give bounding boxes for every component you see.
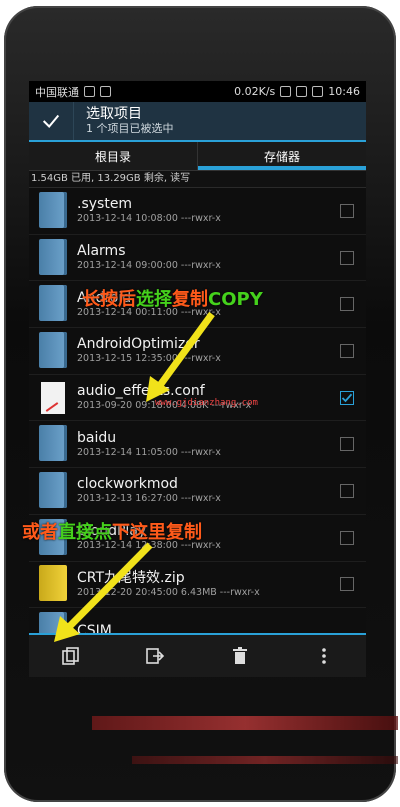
move-button[interactable]	[135, 639, 175, 673]
battery-icon	[312, 86, 324, 97]
delete-button[interactable]	[220, 639, 260, 673]
list-item[interactable]: AndroidOptimizer 2013-12-15 12:35:00 ---r…	[29, 328, 366, 375]
notification-icon	[84, 86, 95, 97]
file-name: clockworkmod	[77, 476, 178, 493]
action-subtitle: 1 个项目已被选中	[86, 122, 174, 135]
annotation-segment: COPY	[208, 289, 263, 310]
list-item[interactable]: clockworkmod 2013-12-13 16:27:00 ---rwxr-…	[29, 468, 366, 515]
wifi-icon	[280, 86, 292, 97]
copy-button[interactable]	[51, 639, 91, 673]
folder-icon	[39, 191, 67, 230]
folder-icon	[39, 285, 67, 323]
status-bar: 中国联通 0.02K/s 10:46	[29, 81, 366, 102]
bezel-decoration	[92, 716, 398, 730]
trash-icon	[232, 647, 247, 664]
folder-icon	[39, 331, 67, 370]
signal-icon	[296, 86, 308, 97]
file-name: CRT九尾特效.zip	[77, 569, 185, 586]
file-name: Alarms	[77, 243, 126, 260]
select-checkbox[interactable]	[340, 437, 354, 452]
file-list: .system 2013-12-14 10:08:00 ---rwxr-x Ala…	[29, 188, 366, 655]
list-item[interactable]: CRT九尾特效.zip 2013-12-20 20:45:00 6.43MB --…	[29, 562, 366, 609]
select-checkbox-checked[interactable]	[340, 390, 354, 405]
carrier-label: 中国联通	[35, 85, 79, 99]
network-speed: 0.02K/s	[234, 85, 276, 98]
tab-label: 存储器	[263, 149, 300, 164]
zip-icon	[39, 565, 67, 603]
annotation-segment: 长按后	[82, 289, 136, 310]
done-button[interactable]	[29, 102, 74, 140]
tab-storage[interactable]: 存储器	[197, 142, 366, 170]
file-name: .system	[77, 196, 133, 213]
folder-icon	[39, 425, 67, 463]
annotation-segment: 复制	[172, 289, 208, 310]
annotation-segment: 复制	[166, 522, 202, 543]
tab-bar: 根目录 存储器	[29, 142, 366, 171]
list-item[interactable]: .system 2013-12-14 10:08:00 ---rwxr-x	[29, 188, 366, 235]
annotation-long-press: 长按后选择复制COPY	[82, 285, 263, 311]
tab-root[interactable]: 根目录	[29, 142, 197, 170]
select-checkbox[interactable]	[340, 297, 354, 312]
bottom-toolbar	[29, 633, 366, 677]
annotation-or-tap: 或者直接点下这里复制	[22, 518, 202, 544]
action-bar: 选取项目 1 个项目已被选中	[29, 102, 366, 142]
usb-icon	[100, 86, 111, 97]
move-icon	[146, 648, 165, 664]
check-icon	[341, 393, 353, 402]
phone-screen: 中国联通 0.02K/s 10:46 选取项目 1 个项目已被选中 根目录 存储…	[29, 81, 366, 677]
action-title: 选取项目	[86, 106, 142, 122]
select-checkbox[interactable]	[340, 250, 354, 265]
list-item[interactable]: baidu 2013-12-14 11:05:00 ---rwxr-x	[29, 421, 366, 469]
file-name: baidu	[77, 429, 117, 446]
select-checkbox[interactable]	[340, 483, 354, 498]
file-meta: 2013-12-14 09:00:00 ---rwxr-x	[77, 260, 221, 272]
file-meta: 2013-12-14 11:05:00 ---rwxr-x	[77, 446, 221, 458]
file-meta: 2013-12-15 12:35:00 ---rwxr-x	[77, 353, 221, 365]
select-checkbox[interactable]	[340, 203, 354, 218]
select-checkbox[interactable]	[340, 577, 354, 592]
copy-icon	[62, 647, 79, 665]
storage-info: 1.54GB 已用, 13.29GB 剩余, 读写	[29, 171, 366, 188]
check-icon	[42, 114, 60, 128]
overflow-menu-icon	[322, 648, 326, 664]
list-item[interactable]: Alarms 2013-12-14 09:00:00 ---rwxr-x	[29, 235, 366, 282]
annotation-segment: 下这里	[112, 522, 166, 543]
annotation-segment: 或者	[22, 522, 58, 543]
file-icon	[39, 379, 67, 417]
tab-label: 根目录	[94, 149, 131, 164]
select-checkbox[interactable]	[340, 530, 354, 545]
annotation-segment: 直接点	[58, 522, 112, 543]
bezel-decoration-2	[132, 756, 398, 764]
select-checkbox[interactable]	[340, 343, 354, 358]
file-meta: 2013-12-14 10:08:00 ---rwxr-x	[77, 213, 221, 225]
clock: 10:46	[328, 85, 360, 98]
file-meta: 2013-12-20 20:45:00 6.43MB ---rwxr-x	[77, 586, 260, 598]
file-meta: 2013-12-13 16:27:00 ---rwxr-x	[77, 493, 221, 505]
file-name: AndroidOptimizer	[77, 336, 200, 353]
watermark: www.gjdianzhang.com	[155, 398, 258, 408]
folder-icon	[39, 238, 67, 277]
annotation-segment: 选择	[136, 289, 172, 310]
folder-icon	[39, 471, 67, 510]
overflow-menu-button[interactable]	[304, 639, 344, 673]
